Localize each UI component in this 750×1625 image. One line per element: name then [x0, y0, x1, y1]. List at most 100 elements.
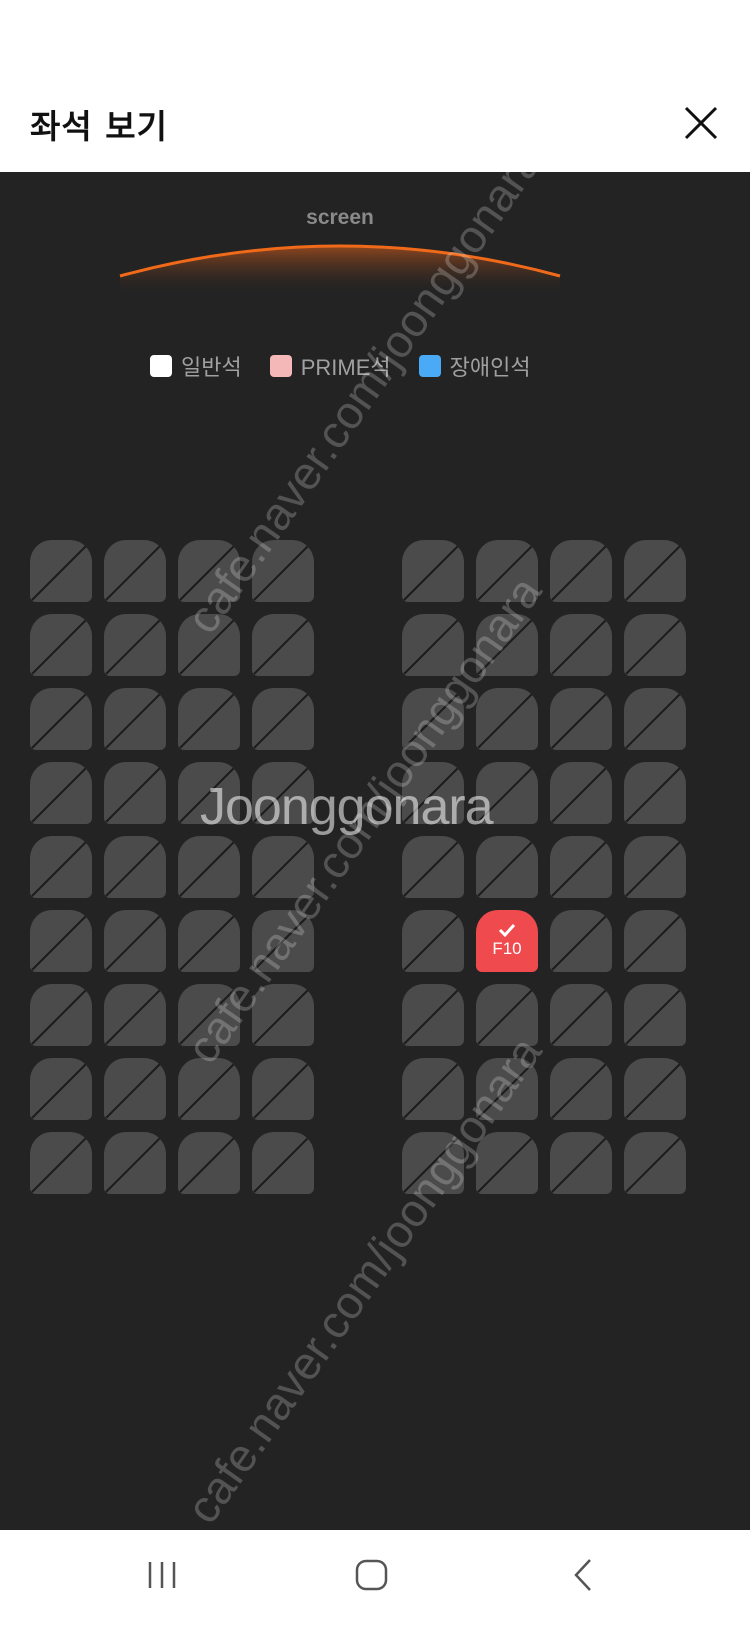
unavailable-slash-icon [625, 911, 685, 971]
seat-unavailable[interactable] [550, 836, 612, 898]
unavailable-slash-icon [105, 1133, 165, 1193]
seat-unavailable[interactable] [104, 1132, 166, 1194]
unavailable-slash-icon [105, 541, 165, 601]
seat-unavailable[interactable] [624, 836, 686, 898]
seat-unavailable[interactable] [550, 762, 612, 824]
seat-unavailable[interactable] [104, 1058, 166, 1120]
legend-item: 장애인석 [418, 350, 531, 382]
seat-unavailable[interactable] [624, 762, 686, 824]
check-icon [498, 923, 516, 937]
system-nav-bar [0, 1530, 750, 1625]
unavailable-slash-icon [31, 837, 91, 897]
seat-unavailable[interactable] [624, 1058, 686, 1120]
seat-unavailable[interactable] [550, 910, 612, 972]
back-icon[interactable] [556, 1550, 616, 1600]
seat-selected[interactable]: F10 [476, 910, 538, 972]
unavailable-slash-icon [403, 541, 463, 601]
seat-unavailable[interactable] [550, 1058, 612, 1120]
unavailable-slash-icon [31, 615, 91, 675]
seat-unavailable[interactable] [104, 614, 166, 676]
seat-unavailable[interactable] [624, 984, 686, 1046]
seat-unavailable[interactable] [178, 1058, 240, 1120]
unavailable-slash-icon [551, 911, 611, 971]
home-icon[interactable] [342, 1550, 402, 1600]
seat-unavailable[interactable] [550, 1132, 612, 1194]
unavailable-slash-icon [625, 1133, 685, 1193]
unavailable-slash-icon [31, 911, 91, 971]
seat-unavailable[interactable] [30, 836, 92, 898]
unavailable-slash-icon [625, 541, 685, 601]
unavailable-slash-icon [625, 615, 685, 675]
seat-unavailable[interactable] [252, 688, 314, 750]
unavailable-slash-icon [253, 689, 313, 749]
seat-unavailable[interactable] [30, 540, 92, 602]
seat-unavailable[interactable] [252, 1132, 314, 1194]
close-icon[interactable] [682, 104, 722, 144]
seat-unavailable[interactable] [550, 540, 612, 602]
seat-unavailable[interactable] [550, 984, 612, 1046]
seat-unavailable[interactable] [30, 688, 92, 750]
unavailable-slash-icon [551, 837, 611, 897]
unavailable-slash-icon [551, 615, 611, 675]
header: 좌석 보기 [0, 0, 750, 172]
seat-unavailable[interactable] [104, 762, 166, 824]
seat-unavailable[interactable] [402, 540, 464, 602]
seat-unavailable[interactable] [476, 688, 538, 750]
seat-unavailable[interactable] [624, 910, 686, 972]
seat-unavailable[interactable] [30, 1058, 92, 1120]
seat-unavailable[interactable] [624, 688, 686, 750]
seat-unavailable[interactable] [252, 614, 314, 676]
unavailable-slash-icon [625, 763, 685, 823]
unavailable-slash-icon [253, 1059, 313, 1119]
seat-unavailable[interactable] [550, 688, 612, 750]
seat-unavailable[interactable] [30, 614, 92, 676]
recent-apps-icon[interactable] [132, 1550, 192, 1600]
legend-swatch [150, 355, 172, 377]
unavailable-slash-icon [31, 763, 91, 823]
seat-unavailable[interactable] [178, 836, 240, 898]
seat-unavailable[interactable] [550, 614, 612, 676]
seat-unavailable[interactable] [402, 984, 464, 1046]
seat-unavailable[interactable] [30, 910, 92, 972]
seat-unavailable[interactable] [402, 910, 464, 972]
seat-unavailable[interactable] [104, 984, 166, 1046]
unavailable-slash-icon [105, 911, 165, 971]
unavailable-slash-icon [403, 911, 463, 971]
unavailable-slash-icon [31, 1133, 91, 1193]
unavailable-slash-icon [551, 763, 611, 823]
seat-unavailable[interactable] [178, 1132, 240, 1194]
legend-swatch [418, 355, 441, 377]
seat-unavailable[interactable] [402, 836, 464, 898]
unavailable-slash-icon [31, 541, 91, 601]
seat-unavailable[interactable] [104, 540, 166, 602]
unavailable-slash-icon [253, 615, 313, 675]
unavailable-slash-icon [551, 1133, 611, 1193]
legend-label: 일반석 [181, 355, 242, 380]
seat-unavailable[interactable] [104, 688, 166, 750]
unavailable-slash-icon [179, 1133, 239, 1193]
seat-unavailable[interactable] [104, 910, 166, 972]
unavailable-slash-icon [477, 689, 537, 749]
seat-unavailable[interactable] [104, 836, 166, 898]
seat-map: screen 일반석 PRIME석 장애인석 F10 cafe.naver.com/… [0, 172, 750, 1530]
seat-unavailable[interactable] [476, 836, 538, 898]
unavailable-slash-icon [105, 615, 165, 675]
unavailable-slash-icon [105, 763, 165, 823]
seat-unavailable[interactable] [252, 1058, 314, 1120]
seat-unavailable[interactable] [30, 984, 92, 1046]
unavailable-slash-icon [105, 837, 165, 897]
unavailable-slash-icon [179, 1059, 239, 1119]
seat-unavailable[interactable] [624, 1132, 686, 1194]
seat-label: F10 [492, 939, 522, 958]
legend-label: 장애인석 [449, 355, 531, 380]
seat-unavailable[interactable] [30, 1132, 92, 1194]
unavailable-slash-icon [625, 689, 685, 749]
legend-swatch [269, 355, 292, 377]
seat-unavailable[interactable] [30, 762, 92, 824]
unavailable-slash-icon [105, 985, 165, 1045]
seat-unavailable[interactable] [178, 688, 240, 750]
seat-unavailable[interactable] [624, 540, 686, 602]
seat-unavailable[interactable] [624, 614, 686, 676]
unavailable-slash-icon [31, 985, 91, 1045]
unavailable-slash-icon [105, 689, 165, 749]
